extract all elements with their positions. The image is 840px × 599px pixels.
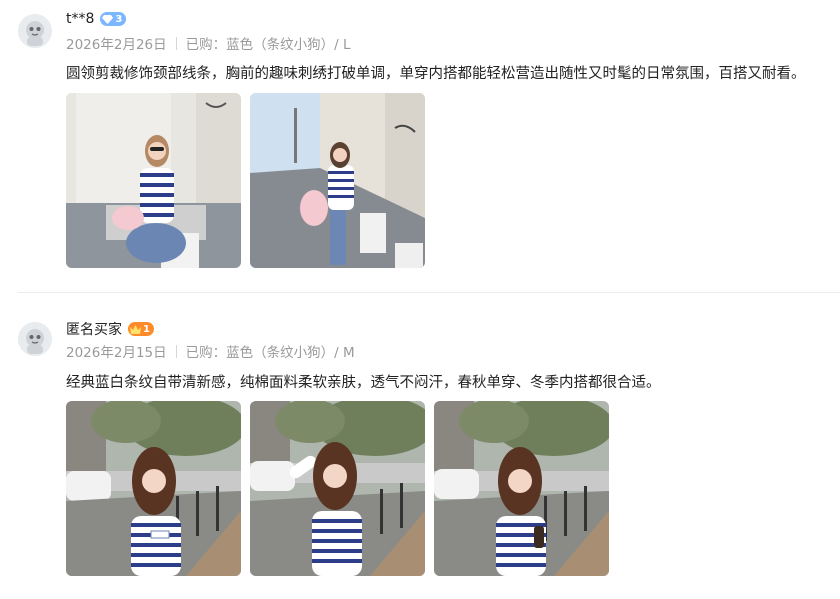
review-text: 圆领剪裁修饰颈部线条，胸前的趣味刺绣打破单调，单穿内搭都能轻松营造出随性又时髦的…	[66, 66, 806, 82]
review-meta: 2026年2月26日 已购：蓝色（条纹小狗）/ L	[66, 33, 351, 53]
review-photo[interactable]	[66, 93, 241, 268]
purchase-info: 已购：蓝色（条纹小狗）/ M	[185, 345, 355, 361]
review-text: 经典蓝白条纹自带清新感，纯棉面料柔软亲肤，透气不闷汗，春秋单穿、冬季内搭都很合适…	[66, 375, 661, 391]
review-photo[interactable]	[250, 93, 425, 268]
review-photo[interactable]	[250, 401, 425, 576]
avatar[interactable]	[18, 322, 52, 356]
diamond-icon	[102, 14, 114, 24]
member-level-badge: 3	[100, 12, 127, 26]
review-date: 2026年2月26日	[66, 37, 167, 53]
review-photo[interactable]	[434, 401, 609, 576]
username: t**8	[66, 11, 95, 27]
review-divider	[18, 292, 840, 293]
review-date: 2026年2月15日	[66, 345, 167, 361]
crown-icon	[130, 324, 141, 334]
review-photo[interactable]	[66, 401, 241, 576]
username: 匿名买家	[66, 322, 122, 338]
purchase-info: 已购：蓝色（条纹小狗）/ L	[185, 37, 351, 53]
avatar[interactable]	[18, 14, 52, 48]
member-level-badge: 1	[128, 322, 154, 336]
review-meta: 2026年2月15日 已购：蓝色（条纹小狗）/ M	[66, 341, 355, 361]
